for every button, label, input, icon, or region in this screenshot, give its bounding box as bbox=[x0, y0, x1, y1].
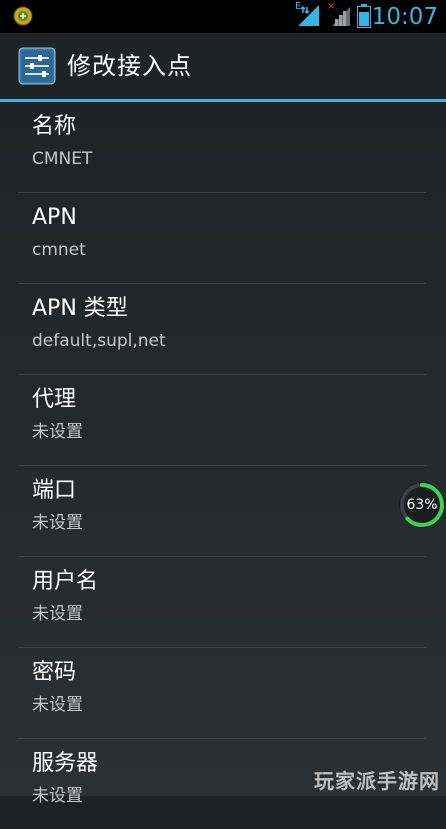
setting-password[interactable]: 密码 未设置 bbox=[18, 648, 426, 739]
setting-summary: 未设置 bbox=[32, 604, 83, 624]
setting-proxy[interactable]: 代理 未设置 bbox=[18, 375, 426, 466]
sim2-signal-icon: × bbox=[326, 2, 352, 27]
watermark-text: 玩家派手游网 bbox=[314, 769, 440, 793]
setting-name[interactable]: 名称 CMNET bbox=[18, 102, 426, 193]
setting-title: 名称 bbox=[32, 114, 77, 139]
status-bar: E × 10:07 bbox=[0, 0, 446, 33]
setting-summary: 未设置 bbox=[32, 695, 83, 715]
setting-title: APN bbox=[32, 205, 77, 230]
setting-title: 用户名 bbox=[32, 569, 99, 594]
setting-summary: 未设置 bbox=[32, 513, 83, 533]
setting-summary: cmnet bbox=[32, 240, 86, 260]
setting-summary: default,supl,net bbox=[32, 331, 166, 351]
apn-settings-list: 名称 CMNET APN cmnet APN 类型 default,supl,n… bbox=[0, 102, 446, 829]
mobile-signal-icon: E bbox=[294, 2, 320, 27]
settings-sliders-icon[interactable] bbox=[18, 47, 56, 85]
setting-summary: CMNET bbox=[32, 149, 93, 169]
setting-summary: 未设置 bbox=[32, 422, 83, 442]
page-title: 修改接入点 bbox=[67, 52, 192, 80]
setting-apn-type[interactable]: APN 类型 default,supl,net bbox=[18, 284, 426, 375]
battery-icon bbox=[357, 4, 371, 28]
notification-app-icon bbox=[13, 6, 33, 26]
action-bar: 修改接入点 bbox=[0, 33, 446, 102]
memory-boost-widget[interactable]: 63% bbox=[398, 481, 446, 529]
progress-percent: 63% bbox=[406, 497, 438, 513]
setting-title: 端口 bbox=[32, 478, 77, 503]
setting-port[interactable]: 端口 未设置 bbox=[18, 466, 426, 557]
setting-summary: 未设置 bbox=[32, 786, 83, 806]
status-clock: 10:07 bbox=[371, 4, 438, 30]
setting-title: 密码 bbox=[32, 660, 77, 685]
setting-apn[interactable]: APN cmnet bbox=[18, 193, 426, 284]
setting-title: 代理 bbox=[32, 387, 77, 412]
setting-title: APN 类型 bbox=[32, 296, 128, 321]
setting-title: 服务器 bbox=[32, 751, 99, 776]
setting-username[interactable]: 用户名 未设置 bbox=[18, 557, 426, 648]
